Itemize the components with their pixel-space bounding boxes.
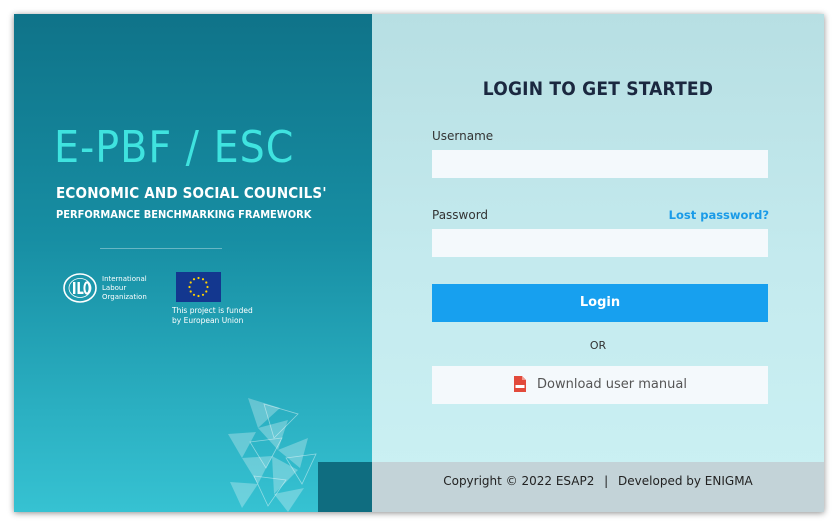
brand-divider (100, 248, 222, 249)
pdf-file-icon (514, 375, 527, 392)
ilo-name: International Labour Organization (102, 275, 147, 301)
username-input[interactable] (432, 150, 768, 178)
ilo-logo (63, 273, 97, 303)
decorative-triangles (228, 398, 317, 512)
or-separator: OR (589, 339, 607, 352)
brand-panel: E-PBF / ESC ECONOMIC AND SOCIAL COUNCILS… (14, 14, 372, 512)
login-button[interactable]: Login (432, 284, 768, 322)
footer-separator: | (604, 474, 609, 488)
login-window: E-PBF / ESC ECONOMIC AND SOCIAL COUNCILS… (14, 14, 824, 512)
brand-subtitle: PERFORMANCE BENCHMARKING FRAMEWORK (56, 208, 312, 221)
password-label: Password (432, 208, 489, 222)
app-logo-title: E-PBF / ESC (54, 122, 295, 173)
eu-funding-note: This project is funded by European Union (172, 306, 253, 325)
login-heading: LOGIN TO GET STARTED (482, 78, 714, 100)
lost-password-link[interactable]: Lost password? (669, 208, 769, 222)
username-label: Username (432, 129, 494, 143)
download-manual-button[interactable]: Download user manual (432, 366, 768, 404)
corner-block (318, 462, 372, 512)
brand-tagline: ECONOMIC AND SOCIAL COUNCILS' (56, 184, 327, 202)
developer-credit: Developed by ENIGMA (618, 474, 753, 488)
footer: Copyright © 2022 ESAP2 | Developed by EN… (372, 462, 824, 512)
copyright-text: Copyright © 2022 ESAP2 (443, 474, 595, 488)
download-manual-label: Download user manual (537, 377, 687, 392)
eu-flag (176, 272, 221, 302)
login-panel: LOGIN TO GET STARTED Username Password L… (372, 14, 824, 512)
password-input[interactable] (432, 229, 768, 257)
eu-stars-icon (188, 276, 209, 298)
